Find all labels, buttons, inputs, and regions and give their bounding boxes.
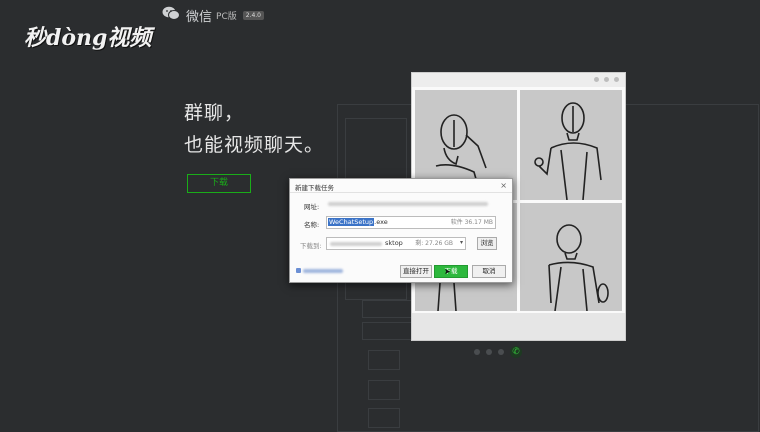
hero-line-1: 群聊，: [184, 102, 245, 124]
open-directly-button[interactable]: 直接打开: [400, 265, 432, 278]
save-path-field[interactable]: sktop 剩: 27.26 GB ▾: [326, 237, 466, 250]
link-text[interactable]: [296, 268, 346, 273]
file-size-info: 软件 36.17 MB: [450, 219, 493, 226]
control-dot[interactable]: [498, 349, 504, 355]
hero-line-2: 也能视频聊天。: [184, 134, 325, 156]
window-bottom-bar: [412, 313, 625, 340]
background-block: [368, 350, 400, 370]
wechat-brand: 微信 PC版 2.4.0: [162, 6, 265, 25]
control-dot[interactable]: [486, 349, 492, 355]
path-label: 下载到:: [300, 242, 322, 250]
video-pane: [520, 90, 622, 201]
window-titlebar: [412, 73, 625, 87]
background-block: [368, 408, 400, 428]
watermark-logo: 秒dòng视频: [24, 25, 152, 51]
download-dialog: 新建下载任务 × 网址: 名称: WeChatSetup.exe 软件 36.1…: [289, 178, 513, 283]
mannequin-figure: [548, 224, 609, 312]
url-label: 网址:: [304, 203, 320, 211]
mannequin-figure: [534, 102, 602, 201]
call-controls: ✆: [474, 346, 522, 358]
video-pane: [520, 203, 622, 312]
name-label: 名称:: [304, 221, 320, 229]
chevron-down-icon[interactable]: ▾: [460, 238, 463, 248]
file-name-field[interactable]: WeChatSetup.exe 软件 36.17 MB: [326, 216, 496, 229]
window-controls: [594, 77, 619, 82]
browse-button[interactable]: 浏览: [477, 237, 497, 250]
close-icon[interactable]: ×: [500, 181, 507, 190]
wechat-icon: [162, 6, 180, 25]
file-name-ext: .exe: [374, 218, 388, 226]
dialog-divider: [290, 192, 512, 193]
phone-icon[interactable]: ✆: [510, 346, 522, 358]
background-block: [368, 380, 400, 400]
file-name-selected: WeChatSetup: [328, 218, 375, 226]
start-download-button[interactable]: 下载: [434, 265, 468, 278]
url-value: [328, 202, 494, 206]
brand-name: 微信: [186, 10, 213, 25]
download-button[interactable]: 下载: [187, 174, 251, 193]
cursor-icon: ➤: [444, 267, 451, 276]
control-dot[interactable]: [474, 349, 480, 355]
brand-pc-label: PC版: [216, 12, 237, 22]
save-path-value: sktop: [385, 239, 403, 247]
free-space: 剩: 27.26 GB: [415, 240, 453, 247]
brand-version-badge: 2.4.0: [242, 11, 265, 20]
cancel-button[interactable]: 取消: [472, 265, 506, 278]
dialog-title: 新建下载任务: [295, 184, 334, 192]
